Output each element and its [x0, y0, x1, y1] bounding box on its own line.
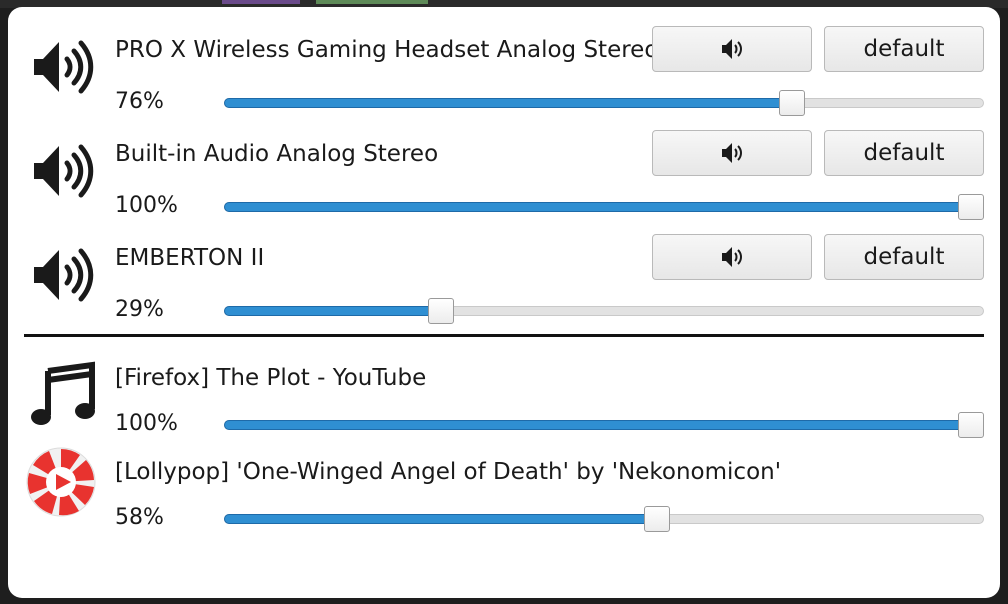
- speaker-icon: [24, 238, 98, 312]
- device-name: PRO X Wireless Gaming Headset Analog Ste…: [115, 37, 652, 63]
- mute-button[interactable]: [652, 234, 812, 280]
- slider-handle[interactable]: [958, 412, 984, 438]
- device-name: EMBERTON II: [115, 245, 265, 271]
- volume-percent: 100%: [115, 193, 178, 218]
- set-default-button[interactable]: default: [824, 130, 984, 176]
- speaker-icon: [718, 139, 746, 167]
- volume-slider[interactable]: [224, 506, 984, 532]
- volume-slider[interactable]: [224, 298, 984, 324]
- device-name: Built-in Audio Analog Stereo: [115, 141, 439, 167]
- slider-handle[interactable]: [428, 298, 454, 324]
- speaker-icon: [24, 134, 98, 208]
- mute-button[interactable]: [652, 26, 812, 72]
- volume-percent: 76%: [115, 89, 164, 114]
- slider-fill: [224, 202, 971, 212]
- slider-fill: [224, 306, 441, 316]
- volume-mixer-popup: PRO X Wireless Gaming Headset Analog Ste…: [8, 7, 1000, 598]
- volume-percent: 58%: [115, 505, 164, 530]
- slider-fill: [224, 420, 971, 430]
- music-note-icon: [24, 357, 98, 431]
- taskbar-item: [222, 0, 300, 4]
- slider-fill: [224, 514, 657, 524]
- section-divider: [24, 334, 984, 337]
- volume-slider[interactable]: [224, 412, 984, 438]
- speaker-icon: [24, 30, 98, 104]
- volume-slider[interactable]: [224, 194, 984, 220]
- taskbar-item: [316, 0, 428, 4]
- speaker-icon: [718, 35, 746, 63]
- volume-percent: 29%: [115, 297, 164, 322]
- slider-handle[interactable]: [779, 90, 805, 116]
- set-default-button[interactable]: default: [824, 26, 984, 72]
- slider-fill: [224, 98, 792, 108]
- speaker-icon: [718, 243, 746, 271]
- stream-name: [Lollypop] 'One-Winged Angel of Death' b…: [115, 459, 782, 485]
- stream-name: [Firefox] The Plot - YouTube: [115, 365, 427, 391]
- slider-handle[interactable]: [644, 506, 670, 532]
- volume-slider[interactable]: [224, 90, 984, 116]
- slider-handle[interactable]: [958, 194, 984, 220]
- set-default-button[interactable]: default: [824, 234, 984, 280]
- mute-button[interactable]: [652, 130, 812, 176]
- lollypop-app-icon: [24, 445, 98, 519]
- volume-percent: 100%: [115, 411, 178, 436]
